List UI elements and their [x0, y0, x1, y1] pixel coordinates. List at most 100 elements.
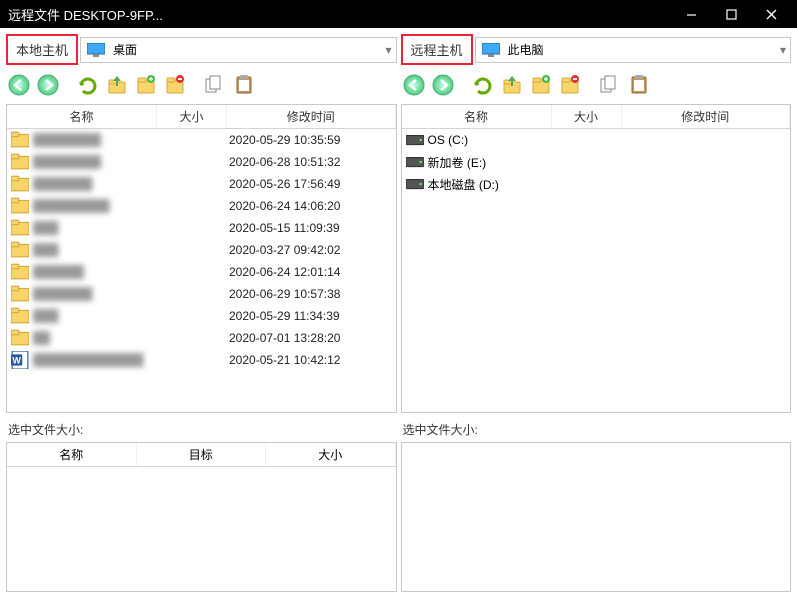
drive-name: 本地磁盘 (D:): [428, 176, 554, 193]
forward-button[interactable]: [430, 72, 456, 98]
file-name: █████████: [33, 199, 159, 213]
file-name: ██████: [33, 265, 159, 279]
file-row[interactable]: ████████ 2020-05-29 10:35:59: [7, 129, 396, 151]
local-file-list: 名称 大小 修改时间 ████████2020-05-29 10:35:59██…: [6, 104, 397, 413]
file-time: 2020-05-26 17:56:49: [229, 177, 396, 191]
minimize-button[interactable]: [673, 0, 709, 28]
file-time: 2020-05-21 10:42:12: [229, 353, 396, 367]
close-button[interactable]: [753, 0, 789, 28]
file-row[interactable]: █████████████2020-05-21 10:42:12: [7, 349, 396, 371]
file-name: ███: [33, 243, 159, 257]
file-time: 2020-05-29 11:34:39: [229, 309, 396, 323]
monitor-icon: [87, 43, 105, 57]
file-row[interactable]: ███████ 2020-06-29 10:57:38: [7, 283, 396, 305]
file-time: 2020-06-29 10:57:38: [229, 287, 396, 301]
file-time: 2020-05-29 10:35:59: [229, 133, 396, 147]
up-folder-button[interactable]: [499, 72, 525, 98]
file-time: 2020-06-28 10:51:32: [229, 155, 396, 169]
drive-row[interactable]: 本地磁盘 (D:): [402, 173, 791, 195]
file-row[interactable]: ███ 2020-05-15 11:09:39: [7, 217, 396, 239]
local-selected-label: 选中文件大小:: [8, 421, 397, 438]
file-time: 2020-03-27 09:42:02: [229, 243, 396, 257]
local-toolbar: [6, 70, 397, 100]
drive-name: OS (C:): [428, 133, 554, 147]
col-size[interactable]: 大小: [157, 105, 227, 128]
back-button[interactable]: [401, 72, 427, 98]
file-name: ███: [33, 221, 159, 235]
back-button[interactable]: [6, 72, 32, 98]
remote-toolbar: [401, 70, 792, 100]
folder-icon: [11, 197, 29, 215]
drive-name: 新加卷 (E:): [428, 154, 554, 171]
maximize-button[interactable]: [713, 0, 749, 28]
file-row[interactable]: ███ 2020-03-27 09:42:02: [7, 239, 396, 261]
remote-file-list: 名称 大小 修改时间 OS (C:) 新加卷 (E:) 本地磁盘 (D:): [401, 104, 792, 413]
sel-col-size[interactable]: 大小: [266, 443, 396, 466]
file-name: ████████: [33, 133, 159, 147]
folder-icon: [11, 285, 29, 303]
file-row[interactable]: ███████ 2020-05-26 17:56:49: [7, 173, 396, 195]
file-name: ████████: [33, 155, 159, 169]
forward-button[interactable]: [35, 72, 61, 98]
folder-icon: [11, 263, 29, 281]
folder-icon: [11, 241, 29, 259]
file-time: 2020-05-15 11:09:39: [229, 221, 396, 235]
local-path-selector[interactable]: 桌面 ▾: [80, 37, 396, 63]
word-icon: [11, 351, 29, 369]
copy-button[interactable]: [597, 72, 623, 98]
folder-icon: [11, 153, 29, 171]
file-row[interactable]: ██2020-07-01 13:28:20: [7, 327, 396, 349]
remote-selected-table: [401, 442, 792, 592]
local-host-label: 本地主机: [6, 34, 78, 65]
window-title: 远程文件 DESKTOP-9FP...: [8, 5, 673, 24]
remote-host-label: 远程主机: [401, 34, 473, 65]
file-name: ███████: [33, 177, 159, 191]
file-row[interactable]: ███ 2020-05-29 11:34:39: [7, 305, 396, 327]
titlebar: 远程文件 DESKTOP-9FP...: [0, 0, 797, 28]
delete-folder-button[interactable]: [162, 72, 188, 98]
file-row[interactable]: █████████ 2020-06-24 14:06:20: [7, 195, 396, 217]
file-row[interactable]: ██████ 2020-06-24 12:01:14: [7, 261, 396, 283]
remote-path-text: 此电脑: [508, 41, 544, 58]
paste-button[interactable]: [231, 72, 257, 98]
new-folder-button[interactable]: [133, 72, 159, 98]
file-time: 2020-06-24 14:06:20: [229, 199, 396, 213]
sel-col-name[interactable]: 名称: [7, 443, 137, 466]
file-row[interactable]: ████████ 2020-06-28 10:51:32: [7, 151, 396, 173]
sel-col-target[interactable]: 目标: [137, 443, 267, 466]
col-name[interactable]: 名称: [7, 105, 157, 128]
folder-icon: [11, 131, 29, 149]
drive-row[interactable]: 新加卷 (E:): [402, 151, 791, 173]
monitor-icon: [482, 43, 500, 57]
folder-icon: [11, 219, 29, 237]
paste-button[interactable]: [626, 72, 652, 98]
drive-icon: [406, 131, 424, 149]
folder-icon: [11, 175, 29, 193]
file-name: ███████: [33, 287, 159, 301]
remote-path-selector[interactable]: 此电脑 ▾: [475, 37, 791, 63]
local-selected-table: 名称 目标 大小: [6, 442, 397, 592]
new-folder-button[interactable]: [528, 72, 554, 98]
chevron-down-icon: ▾: [385, 43, 391, 57]
refresh-button[interactable]: [470, 72, 496, 98]
drive-row[interactable]: OS (C:): [402, 129, 791, 151]
folder-icon: [11, 329, 29, 347]
copy-button[interactable]: [202, 72, 228, 98]
col-size[interactable]: 大小: [552, 105, 622, 128]
file-time: 2020-06-24 12:01:14: [229, 265, 396, 279]
local-pane: 本地主机 桌面 ▾ 名称 大小 修改时间 ██████: [6, 34, 397, 592]
remote-selected-label: 选中文件大小:: [403, 421, 792, 438]
up-folder-button[interactable]: [104, 72, 130, 98]
file-time: 2020-07-01 13:28:20: [229, 331, 396, 345]
col-time[interactable]: 修改时间: [622, 105, 791, 128]
local-path-text: 桌面: [113, 41, 137, 58]
refresh-button[interactable]: [75, 72, 101, 98]
col-name[interactable]: 名称: [402, 105, 552, 128]
delete-folder-button[interactable]: [557, 72, 583, 98]
chevron-down-icon: ▾: [780, 43, 786, 57]
col-time[interactable]: 修改时间: [227, 105, 396, 128]
file-name: ███: [33, 309, 159, 323]
drive-icon: [406, 153, 424, 171]
drive-icon: [406, 175, 424, 193]
remote-pane: 远程主机 此电脑 ▾ 名称 大小 修改时间 OS (C: [401, 34, 792, 592]
